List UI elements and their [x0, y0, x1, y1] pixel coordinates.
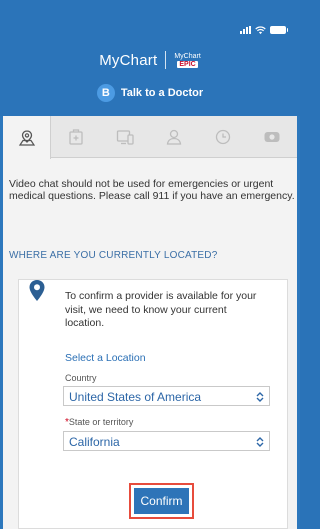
person-icon — [166, 129, 182, 145]
country-select[interactable]: United States of America — [63, 386, 270, 406]
select-arrows-icon — [256, 437, 264, 447]
video-camera-icon — [264, 132, 280, 142]
emergency-notice: Video chat should not be used for emerge… — [9, 178, 295, 202]
tab-schedule[interactable] — [199, 116, 247, 158]
country-label: Country — [65, 373, 97, 383]
epic-logo-bottom: EPIC — [177, 60, 198, 68]
header: MyChart MyChart EPIC B Talk to a Doctor — [0, 0, 300, 116]
location-explanation: To confirm a provider is available for y… — [65, 290, 257, 329]
state-label-text: State or territory — [68, 417, 134, 427]
brand-logo: MyChart MyChart EPIC — [0, 48, 300, 72]
select-location-link[interactable]: Select a Location — [65, 352, 146, 364]
state-label: *State or territory — [65, 417, 133, 428]
clock-icon — [215, 129, 231, 145]
tab-person[interactable] — [150, 116, 198, 158]
state-select[interactable]: California — [63, 431, 270, 451]
status-bar — [240, 25, 288, 35]
tab-location[interactable] — [3, 116, 51, 159]
talk-badge: B — [96, 84, 115, 102]
signal-icon — [240, 26, 251, 34]
epic-logo: MyChart EPIC — [174, 52, 201, 68]
tab-video[interactable] — [248, 116, 296, 158]
content-panel: Video chat should not be used for emerge… — [3, 116, 297, 529]
devices-icon — [116, 130, 134, 145]
talk-label: Talk to a Doctor — [120, 87, 204, 99]
map-location-icon — [18, 129, 35, 146]
tab-devices[interactable] — [101, 116, 149, 158]
epic-logo-top: MyChart — [174, 52, 201, 60]
location-section-heading: WHERE ARE YOU CURRENTLY LOCATED? — [9, 250, 218, 261]
location-pin-icon — [29, 280, 45, 301]
tab-bar — [3, 116, 297, 159]
select-arrows-icon — [256, 392, 264, 402]
medical-kit-icon — [69, 129, 83, 145]
wifi-icon — [255, 25, 266, 34]
confirm-button[interactable]: Confirm — [134, 488, 189, 514]
country-value: United States of America — [69, 390, 202, 404]
talk-to-doctor-title: B Talk to a Doctor — [0, 83, 300, 103]
app-frame: MyChart MyChart EPIC B Talk to a Doctor — [0, 0, 300, 529]
tab-medical[interactable] — [52, 116, 100, 158]
brand-name: MyChart — [99, 51, 158, 69]
state-value: California — [69, 435, 120, 449]
brand-divider — [165, 51, 167, 69]
battery-icon — [270, 26, 288, 34]
